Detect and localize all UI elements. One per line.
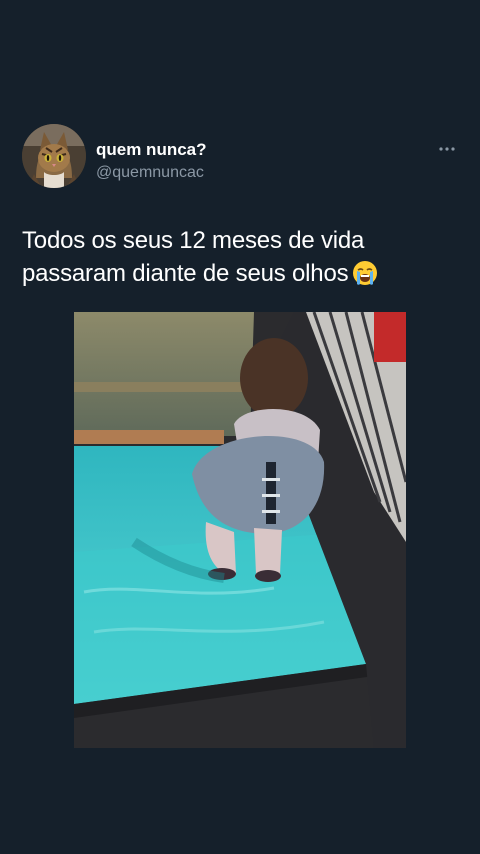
tweet-text-line-2-text: passaram diante de seus olhos bbox=[22, 260, 349, 287]
video-frame-image bbox=[74, 312, 406, 748]
cat-avatar-icon bbox=[22, 124, 86, 188]
avatar[interactable] bbox=[22, 124, 86, 188]
tweet-text-line-1: Todos os seus 12 meses de vida bbox=[22, 227, 365, 254]
tweet-video[interactable] bbox=[74, 312, 406, 748]
user-handle[interactable]: @quemnuncac bbox=[96, 163, 204, 183]
tweet-card: quem nunca? @quemnuncac Todos os seus 12… bbox=[0, 0, 480, 854]
tweet-text-line-2: passaram diante de seus olhos bbox=[22, 257, 452, 290]
tweet-text: Todos os seus 12 meses de vida passaram … bbox=[22, 224, 452, 290]
more-button[interactable] bbox=[432, 136, 466, 160]
display-name[interactable]: quem nunca? bbox=[96, 140, 207, 160]
loudly-crying-face-icon bbox=[352, 260, 378, 286]
more-horizontal-icon bbox=[439, 147, 455, 151]
